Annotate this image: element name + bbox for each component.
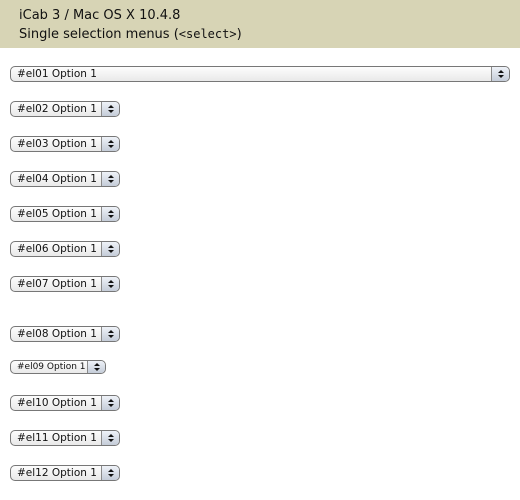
select-value: #el09 Option 1 xyxy=(17,362,86,372)
select-el01[interactable]: #el01 Option 1 xyxy=(10,66,510,82)
select-value: #el11 Option 1 xyxy=(17,432,97,444)
page-header: iCab 3 / Mac OS X 10.4.8 Single selectio… xyxy=(0,0,520,48)
select-value: #el12 Option 1 xyxy=(17,467,97,479)
select-value: #el08 Option 1 xyxy=(17,328,97,340)
select-el06[interactable]: #el06 Option 1 xyxy=(10,241,120,257)
updown-arrows-icon xyxy=(101,466,119,480)
updown-arrows-icon xyxy=(101,277,119,291)
select-el11[interactable]: #el11 Option 1 xyxy=(10,430,120,446)
select-value: #el05 Option 1 xyxy=(17,208,97,220)
updown-arrows-icon xyxy=(101,207,119,221)
subtitle-text: Single selection menus ( xyxy=(19,27,179,42)
select-value: #el02 Option 1 xyxy=(17,103,97,115)
updown-arrows-icon xyxy=(491,67,509,81)
select-el10[interactable]: #el10 Option 1 xyxy=(10,395,120,411)
select-el05[interactable]: #el05 Option 1 xyxy=(10,206,120,222)
updown-arrows-icon xyxy=(101,431,119,445)
subtitle-code: <select> xyxy=(178,27,237,41)
select-el04[interactable]: #el04 Option 1 xyxy=(10,171,120,187)
updown-arrows-icon xyxy=(101,172,119,186)
select-el09[interactable]: #el09 Option 1 xyxy=(10,360,106,374)
updown-arrows-icon xyxy=(101,137,119,151)
select-value: #el07 Option 1 xyxy=(17,278,97,290)
select-value: #el10 Option 1 xyxy=(17,397,97,409)
subtitle-suffix: ) xyxy=(236,27,242,42)
select-el12[interactable]: #el12 Option 1 xyxy=(10,465,120,481)
page-title: iCab 3 / Mac OS X 10.4.8 xyxy=(19,8,181,23)
page-subtitle: Single selection menus (<select>) xyxy=(19,27,242,42)
updown-arrows-icon xyxy=(101,327,119,341)
updown-arrows-icon xyxy=(101,396,119,410)
select-el08[interactable]: #el08 Option 1 xyxy=(10,326,120,342)
select-el03[interactable]: #el03 Option 1 xyxy=(10,136,120,152)
select-value: #el06 Option 1 xyxy=(17,243,97,255)
updown-arrows-icon xyxy=(101,242,119,256)
select-value: #el01 Option 1 xyxy=(17,68,97,80)
select-value: #el03 Option 1 xyxy=(17,138,97,150)
select-value: #el04 Option 1 xyxy=(17,173,97,185)
select-el02[interactable]: #el02 Option 1 xyxy=(10,101,120,117)
select-el07[interactable]: #el07 Option 1 xyxy=(10,276,120,292)
updown-arrows-icon xyxy=(87,361,105,373)
updown-arrows-icon xyxy=(101,102,119,116)
